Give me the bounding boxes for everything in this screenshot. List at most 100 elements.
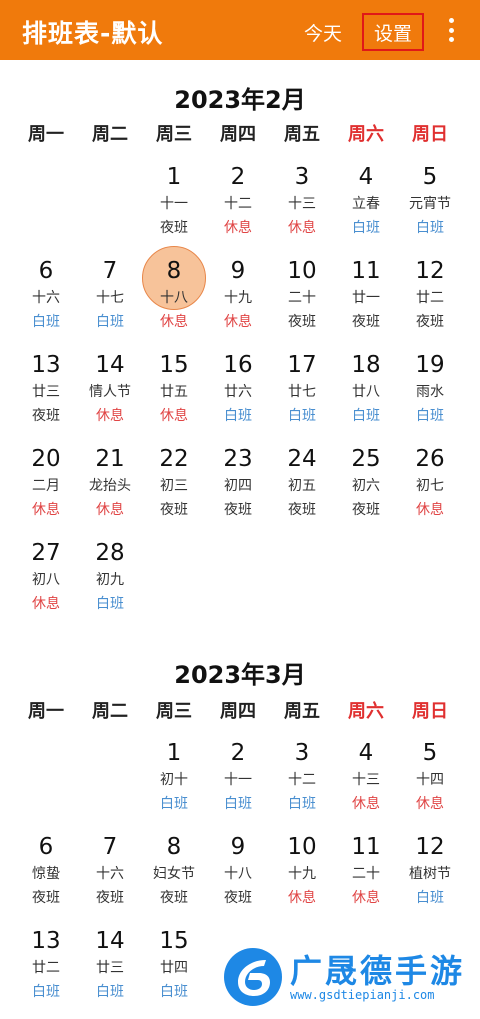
calendar-day[interactable]: 6 十六 白班 xyxy=(14,256,78,346)
calendar-day[interactable]: 25 初六 夜班 xyxy=(334,444,398,534)
shift-label: 白班 xyxy=(224,408,252,424)
calendar-day[interactable]: 3 十三 休息 xyxy=(270,162,334,252)
calendar-day[interactable]: 24 初五 夜班 xyxy=(270,444,334,534)
app-bar: 排班表-默认 今天 设置 xyxy=(0,0,480,60)
shift-label: 休息 xyxy=(352,796,380,812)
watermark: 广晟德手游 www.gsdtiepianji.com xyxy=(212,940,480,1019)
lunar-date: 十二 xyxy=(224,196,252,212)
calendar-day[interactable]: 13 廿二 白班 xyxy=(14,926,78,1016)
calendar-day[interactable]: 28 初九 白班 xyxy=(78,538,142,628)
shift-label: 夜班 xyxy=(160,502,188,518)
calendar-day[interactable]: 18 廿八 白班 xyxy=(334,350,398,440)
shift-label: 休息 xyxy=(416,502,444,518)
calendar-day[interactable]: 11 廿一 夜班 xyxy=(334,256,398,346)
day-number: 24 xyxy=(287,446,317,472)
page-title: 排班表-默认 xyxy=(22,19,164,48)
month-title-march: 2023年3月 xyxy=(174,661,306,689)
calendar-day[interactable]: 14 情人节 休息 xyxy=(78,350,142,440)
lunar-date: 初四 xyxy=(224,478,252,494)
shift-label: 休息 xyxy=(288,220,316,236)
shift-label: 白班 xyxy=(96,984,124,1000)
calendar-day[interactable]: 3 十二 白班 xyxy=(270,738,334,828)
calendar-day[interactable]: 19 雨水 白班 xyxy=(398,350,462,440)
day-number: 12 xyxy=(415,258,445,284)
calendar-day[interactable]: 9 十九 休息 xyxy=(206,256,270,346)
shift-label: 休息 xyxy=(160,314,188,330)
calendar-day[interactable]: 22 初三 夜班 xyxy=(142,444,206,534)
calendar-day[interactable]: 12 廿二 夜班 xyxy=(398,256,462,346)
lunar-date: 十四 xyxy=(416,772,444,788)
watermark-logo-icon xyxy=(224,948,282,1006)
shift-label: 白班 xyxy=(32,984,60,1000)
calendar-day[interactable]: 7 十七 白班 xyxy=(78,256,142,346)
calendar-day-today[interactable]: 8 十八 休息 xyxy=(142,246,206,346)
shift-label: 夜班 xyxy=(352,502,380,518)
calendar-day[interactable]: 20 二月 休息 xyxy=(14,444,78,534)
calendar-day[interactable]: 6 惊蛰 夜班 xyxy=(14,832,78,922)
calendar-day[interactable]: 8 妇女节 夜班 xyxy=(142,832,206,922)
weekday-label: 周二 xyxy=(92,124,128,145)
day-number: 6 xyxy=(38,834,54,860)
day-number: 20 xyxy=(31,446,61,472)
calendar-day[interactable]: 16 廿六 白班 xyxy=(206,350,270,440)
day-number: 22 xyxy=(159,446,189,472)
shift-label: 白班 xyxy=(32,314,60,330)
calendar-day[interactable]: 1 十一 夜班 xyxy=(142,162,206,252)
calendar-day[interactable]: 14 廿三 白班 xyxy=(78,926,142,1016)
day-number: 9 xyxy=(230,834,246,860)
lunar-date: 惊蛰 xyxy=(32,866,60,882)
calendar-day[interactable]: 15 廿五休息 xyxy=(142,350,206,440)
lunar-date: 廿三 xyxy=(96,960,124,976)
lunar-date: 十九 xyxy=(224,290,252,306)
calendar-day[interactable]: 9 十八 夜班 xyxy=(206,832,270,922)
day-number: 15 xyxy=(159,352,189,378)
calendar-day[interactable]: 17 廿七 白班 xyxy=(270,350,334,440)
calendar-day[interactable]: 5 元宵节 白班 xyxy=(398,162,462,252)
day-number: 19 xyxy=(415,352,445,378)
calendar-day[interactable]: 4 立春 白班 xyxy=(334,162,398,252)
calendar-day[interactable]: 23 初四 夜班 xyxy=(206,444,270,534)
lunar-date: 廿六 xyxy=(224,384,252,400)
lunar-date: 廿三 xyxy=(32,384,60,400)
today-button[interactable]: 今天 xyxy=(304,19,342,46)
shift-label: 夜班 xyxy=(224,890,252,906)
calendar-day[interactable]: 11 二十 休息 xyxy=(334,832,398,922)
shift-label: 休息 xyxy=(416,796,444,812)
lunar-date: 廿二 xyxy=(32,960,60,976)
day-number: 10 xyxy=(287,834,317,860)
calendar-day[interactable]: 7 十六 夜班 xyxy=(78,832,142,922)
settings-button[interactable]: 设置 xyxy=(362,13,424,51)
day-number: 6 xyxy=(38,258,54,284)
shift-label: 休息 xyxy=(224,314,252,330)
lunar-date: 初七 xyxy=(416,478,444,494)
watermark-url: www.gsdtiepianji.com xyxy=(290,988,435,1002)
shift-label: 休息 xyxy=(96,502,124,518)
calendar-day[interactable]: 21 龙抬头休息 xyxy=(78,444,142,534)
weekday-header-march: 周一 周二 周三 周四 周五 周六 周日 xyxy=(14,697,462,723)
day-number: 21 xyxy=(95,446,125,472)
calendar-day[interactable]: 2 十一 白班 xyxy=(206,738,270,828)
lunar-date: 廿二 xyxy=(416,290,444,306)
weekday-label-sunday: 周日 xyxy=(412,701,448,722)
lunar-date: 初九 xyxy=(96,572,124,588)
lunar-date: 植树节 xyxy=(409,866,451,882)
calendar-day[interactable]: 26 初七 休息 xyxy=(398,444,462,534)
lunar-date: 十三 xyxy=(288,196,316,212)
calendar-day[interactable]: 13 廿三 夜班 xyxy=(14,350,78,440)
lunar-date: 廿五 xyxy=(160,384,188,400)
calendar-day[interactable]: 1 初十 白班 xyxy=(142,738,206,828)
shift-label: 休息 xyxy=(160,408,188,424)
calendar-day[interactable]: 5 十四 休息 xyxy=(398,738,462,828)
day-number: 4 xyxy=(358,164,374,190)
calendar-day[interactable]: 2 十二 休息 xyxy=(206,162,270,252)
calendar-day[interactable]: 4 十三 休息 xyxy=(334,738,398,828)
more-vertical-icon[interactable] xyxy=(440,14,462,46)
lunar-date: 龙抬头 xyxy=(89,478,131,494)
day-number: 27 xyxy=(31,540,61,566)
calendar-day[interactable]: 12 植树节 白班 xyxy=(398,832,462,922)
calendar-day[interactable]: 10 二十 夜班 xyxy=(270,256,334,346)
calendar-day[interactable]: 15 廿四 白班 xyxy=(142,926,206,1016)
calendar-day[interactable]: 27 初八 休息 xyxy=(14,538,78,628)
calendar-day[interactable]: 10 十九 休息 xyxy=(270,832,334,922)
shift-label: 夜班 xyxy=(160,890,188,906)
